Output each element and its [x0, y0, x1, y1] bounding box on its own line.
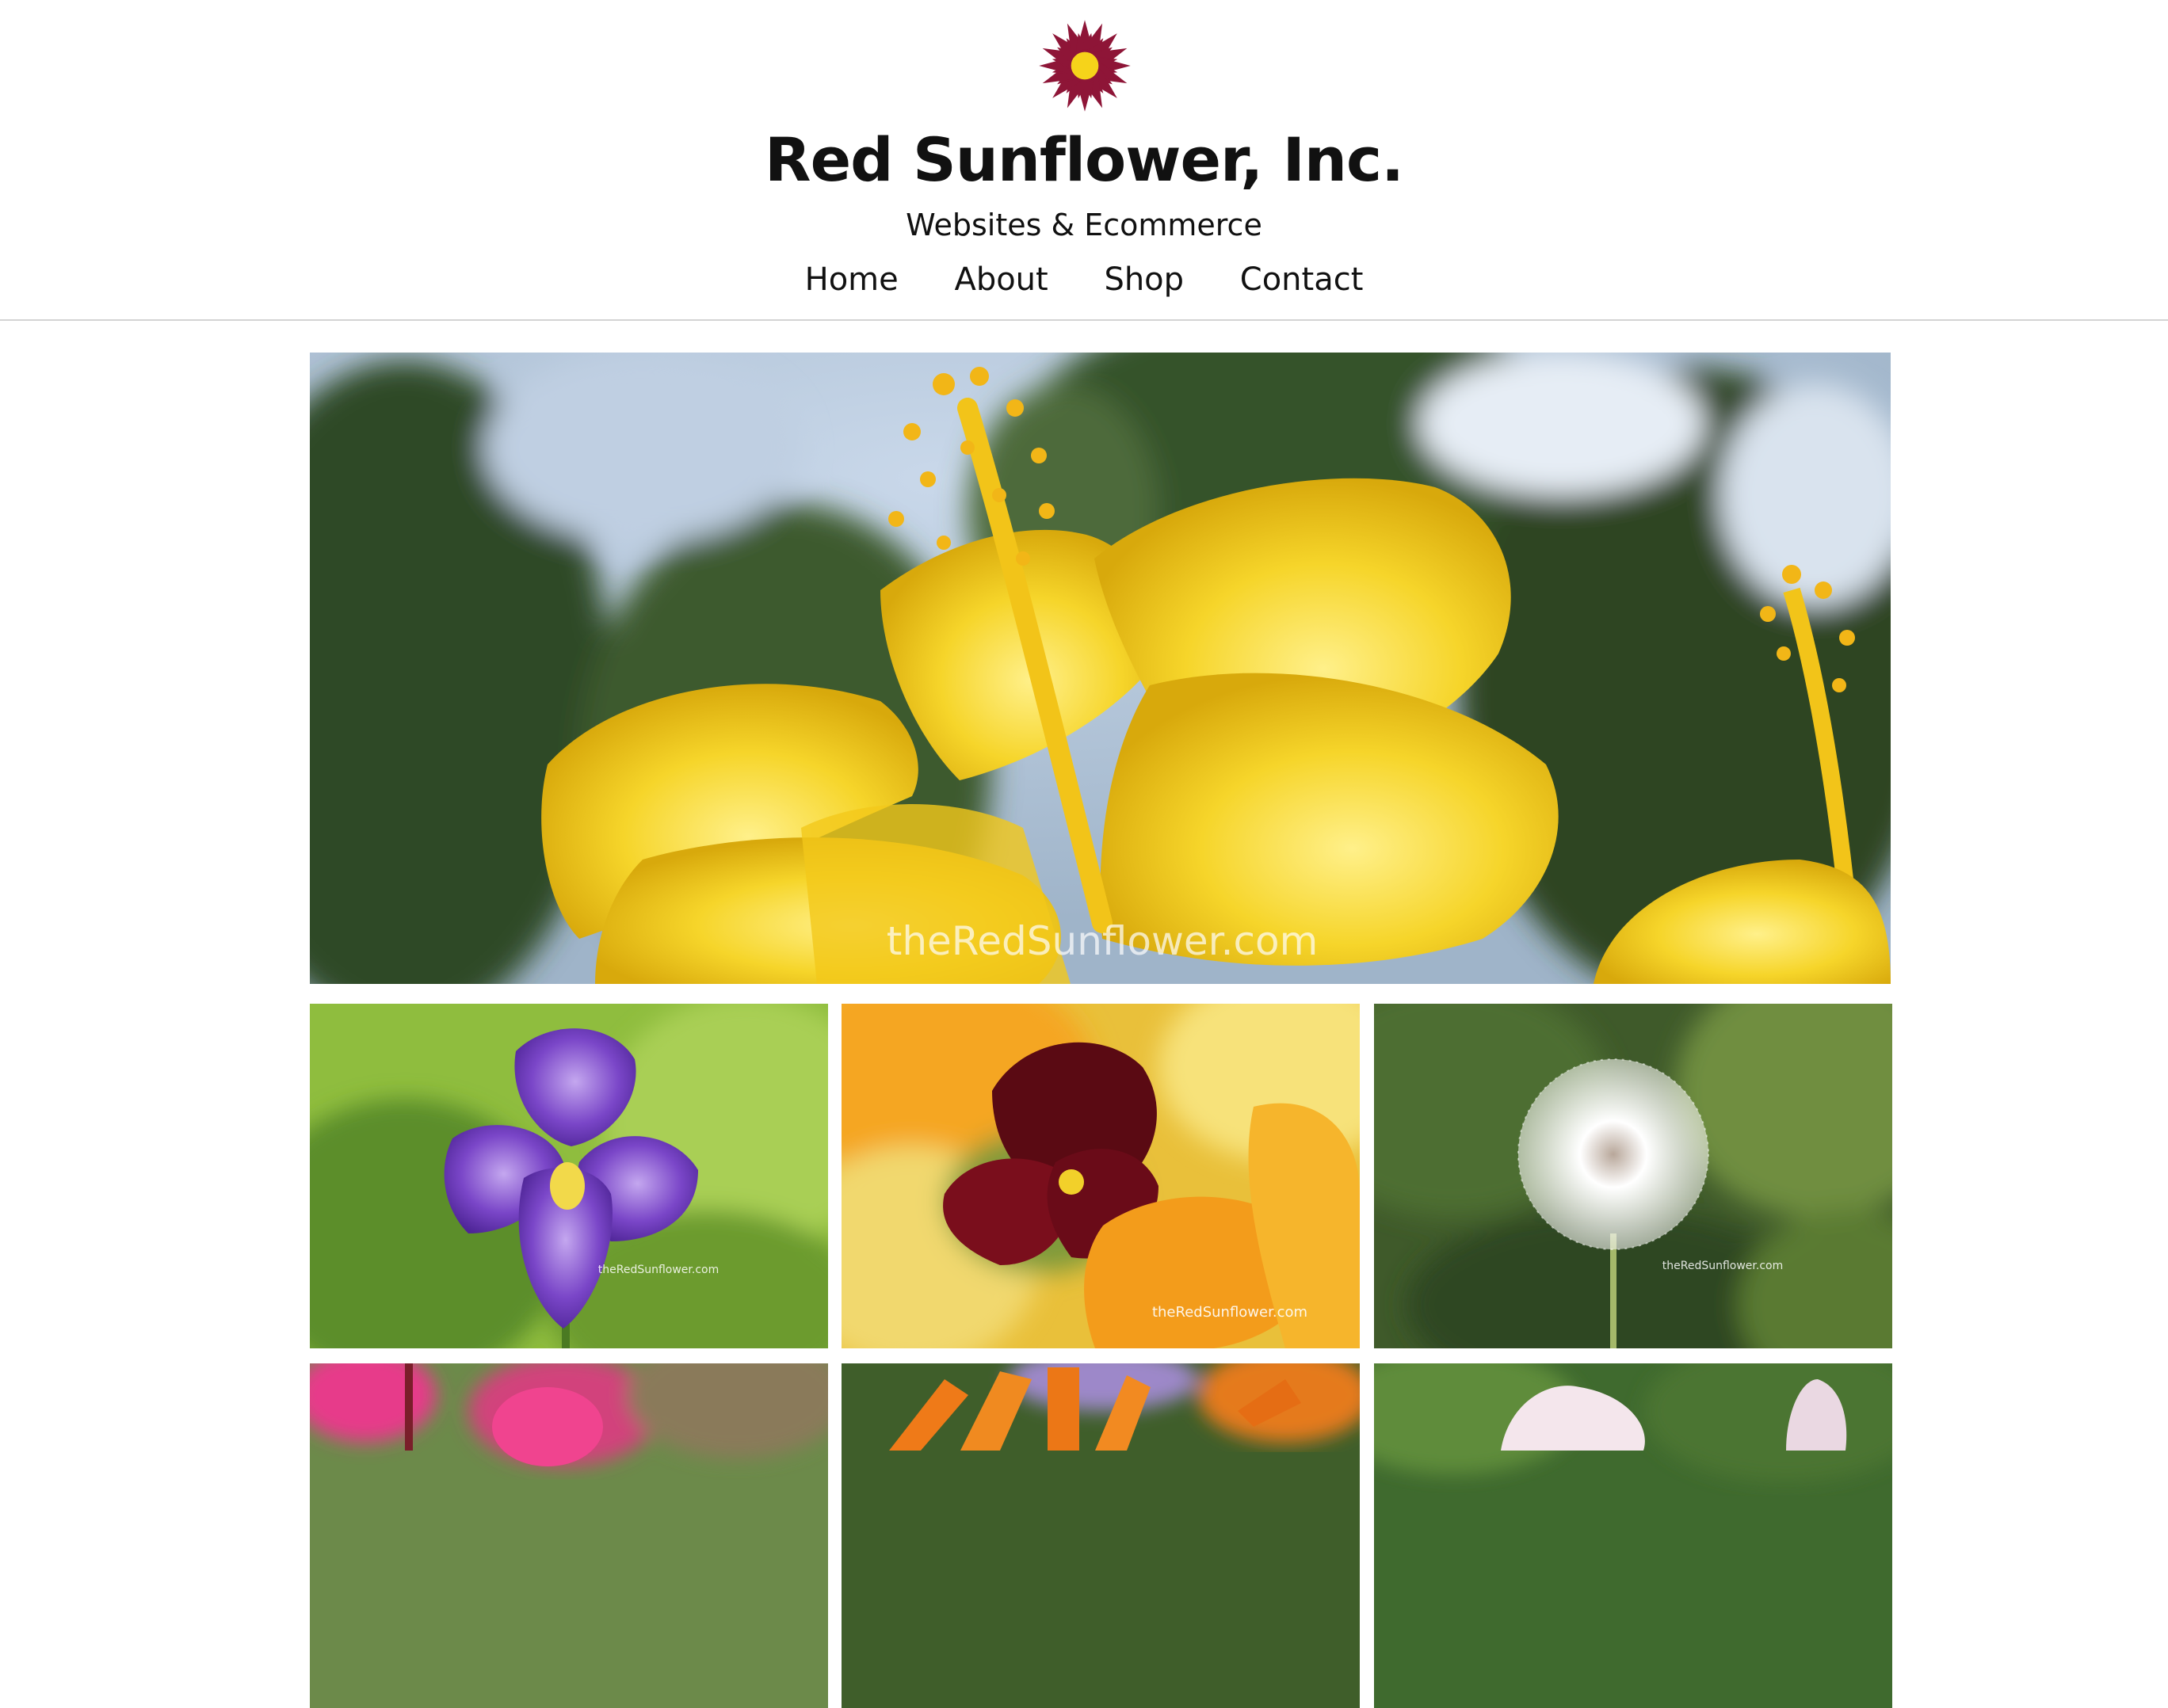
- gallery-tile-dandelion[interactable]: theRedSunflower.com: [1374, 1004, 1892, 1348]
- site-header: Red Sunflower, Inc. Websites & Ecommerce…: [0, 0, 2168, 321]
- tile-watermark: theRedSunflower.com: [1662, 1260, 1783, 1272]
- hero-watermark: theRedSunflower.com: [887, 918, 1319, 964]
- site-tagline: Websites & Ecommerce: [906, 208, 1262, 242]
- nav-about-link[interactable]: About: [954, 257, 1048, 302]
- gallery-tile-pansy[interactable]: theRedSunflower.com: [842, 1004, 1360, 1348]
- nav-shop-link[interactable]: Shop: [1104, 257, 1184, 302]
- gallery-tile-iris[interactable]: theRedSunflower.com: [310, 1004, 828, 1348]
- gallery-tile-pink-flowers[interactable]: [310, 1363, 828, 1708]
- site-title[interactable]: Red Sunflower, Inc.: [0, 119, 2168, 201]
- hero-image-hibiscus[interactable]: theRedSunflower.com: [310, 353, 1891, 984]
- tile-watermark: theRedSunflower.com: [598, 1264, 719, 1276]
- main-nav: Home About Shop Contact: [0, 257, 2168, 302]
- tile-watermark: theRedSunflower.com: [1152, 1304, 1307, 1321]
- nav-contact-link[interactable]: Contact: [1240, 257, 1364, 302]
- red-sunflower-logo-icon[interactable]: [1035, 16, 1135, 116]
- gallery-tile-white-flower[interactable]: [1374, 1363, 1892, 1708]
- gallery-tile-orange-daisy[interactable]: [842, 1363, 1360, 1708]
- nav-home-link[interactable]: Home: [805, 257, 899, 302]
